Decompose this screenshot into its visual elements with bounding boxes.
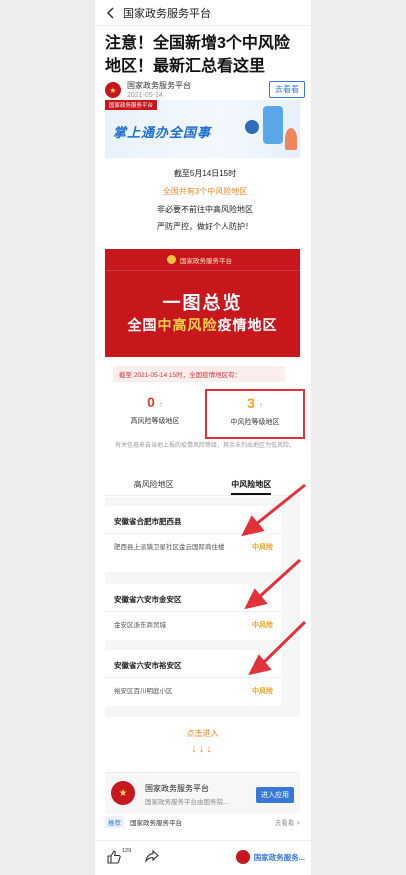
share-icon[interactable]	[145, 849, 159, 866]
area-province: 安徽省六安市金安区	[104, 584, 281, 612]
area-card[interactable]: 安徽省六安市裕安区 裕安区百川明庭小区 中风险	[104, 650, 281, 706]
publisher-name: 国家政务服务...	[253, 852, 305, 862]
area-level: 中风险	[252, 544, 273, 551]
left-margin	[0, 0, 95, 875]
enter-link[interactable]: 点击进入 ↓↓↓	[105, 728, 300, 755]
medium-risk-count: 3	[247, 395, 255, 411]
promo-banner[interactable]: 国家政务服务平台 掌上通办全国事	[105, 100, 300, 158]
area-level: 中风险	[252, 688, 273, 695]
author-row: ★ 国家政务服务平台 2021-05-14 去看看	[105, 80, 305, 100]
article-view: 国家政务服务平台 注意！全国新增3个中风险地区！最新汇总看这里 ★ 国家政务服务…	[95, 0, 311, 875]
emblem-icon	[167, 255, 176, 264]
app-description: 国家政务服务平台由国务院...	[145, 799, 229, 806]
like-count: 129	[122, 848, 132, 854]
down-arrows-icon: ↓↓↓	[191, 743, 214, 755]
tab-medium-risk-label: 中风险地区	[231, 480, 272, 495]
emblem-icon	[235, 850, 250, 864]
recommend-bar[interactable]: 推荐 国家政务服务平台 去看看 >	[105, 815, 300, 829]
summary-date: 截至5月14日15时	[173, 169, 237, 178]
app-name: 国家政务服务平台	[145, 784, 209, 793]
nav-title: 国家政务服务平台	[123, 7, 211, 20]
arrow-up-icon: ↑	[158, 400, 163, 409]
top-nav-bar: 国家政务服务平台	[95, 0, 311, 26]
area-card[interactable]: 安徽省合肥市肥西县 肥西县上派镇卫星社区金云国际商住楼 中风险	[104, 506, 281, 572]
stats-note: 截至 2021-05-14 15时，全国疫情地区有：	[113, 366, 285, 382]
right-margin	[311, 0, 406, 875]
tab-medium-risk[interactable]: 中风险地区	[203, 474, 301, 495]
enter-text: 点击进入	[186, 729, 219, 738]
phone-illustration	[263, 106, 283, 144]
publisher-chip[interactable]: 国家政务服务...	[235, 850, 305, 864]
poster-header: 国家政务服务平台	[105, 249, 300, 271]
overview-poster: 国家政务服务平台 一图总览 全国中高风险疫情地区	[105, 249, 300, 357]
chevron-left-icon[interactable]	[103, 0, 117, 26]
emblem-icon: ★	[111, 781, 135, 805]
publish-date: 2021-05-14	[127, 91, 163, 99]
emblem-icon[interactable]: ★	[105, 82, 121, 98]
summary-highlight: 全国共有3个中风险地区	[162, 187, 248, 196]
banner-tag: 国家政务服务平台	[105, 100, 158, 110]
tab-high-risk-label: 高风险地区	[133, 480, 174, 489]
thumbs-up-icon[interactable]	[107, 850, 121, 867]
recommend-more[interactable]: 去看看 >	[275, 817, 300, 827]
tab-high-risk[interactable]: 高风险地区	[105, 474, 203, 495]
poster-title: 一图总览	[162, 293, 243, 313]
poster-subtitle-b: 疫情地区	[217, 317, 278, 333]
risk-tabs: 高风险地区 中风险地区	[105, 474, 300, 496]
disclaimer-text: 有关信息来自当地上报的疫情风险等级，其余未列出地区为低风险。	[115, 443, 296, 449]
view-button[interactable]: 去看看	[269, 81, 305, 98]
poster-subtitle: 全国中高风险疫情地区	[105, 315, 300, 335]
high-risk-label: 高风险等级地区	[130, 418, 180, 425]
area-province: 安徽省合肥市肥西县	[104, 506, 281, 534]
recommend-tag: 推荐	[105, 816, 124, 828]
article-headline: 注意！全国新增3个中风险地区！最新汇总看这里	[105, 35, 290, 75]
area-province: 安徽省六安市裕安区	[104, 650, 281, 678]
area-address: 肥西县上派镇卫星社区金云国际商住楼	[114, 543, 225, 551]
poster-subtitle-a: 全国	[127, 317, 158, 333]
summary-advice-2: 严防严控，做好个人防护！	[157, 222, 253, 231]
app-card[interactable]: ★ 国家政务服务平台 国家政务服务平台由国务院... 进入应用	[105, 772, 300, 814]
poster-subtitle-highlight: 中高风险	[157, 317, 218, 333]
summary-block: 截至5月14日15时 全国共有3个中风险地区 非必要不前往中高风险地区 严防严控…	[105, 168, 305, 233]
high-risk-stat: 0 ↑ 高风险等级地区	[115, 394, 195, 426]
area-address: 金安区浙东商贸城	[114, 621, 166, 629]
author-name[interactable]: 国家政务服务平台	[127, 81, 191, 90]
area-level: 中风险	[252, 622, 273, 629]
summary-advice: 非必要不前往中高风险地区	[157, 205, 253, 214]
high-risk-count: 0	[147, 394, 155, 410]
leaf-illustration	[285, 128, 297, 150]
area-card[interactable]: 安徽省六安市金安区 金安区浙东商贸城 中风险	[104, 584, 281, 640]
arrow-up-icon: ↑	[258, 401, 263, 410]
recommend-name: 国家政务服务平台	[130, 820, 182, 827]
poster-header-label: 国家政务服务平台	[180, 257, 232, 265]
medium-risk-stat: 3 ↑ 中风险等级地区	[205, 389, 305, 439]
area-address: 裕安区百川明庭小区	[114, 687, 173, 695]
medium-risk-label: 中风险等级地区	[230, 419, 280, 426]
person-illustration	[245, 120, 259, 134]
bottom-action-bar: 129 国家政务服务...	[95, 840, 311, 875]
banner-slogan: 掌上通办全国事	[113, 125, 212, 140]
open-app-button[interactable]: 进入应用	[256, 787, 294, 803]
